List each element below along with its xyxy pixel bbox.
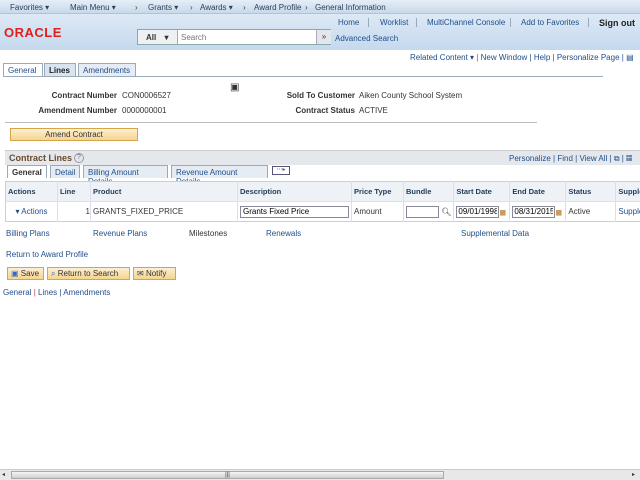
- notify-button[interactable]: ✉ Notify: [133, 267, 176, 280]
- breadcrumb-awards[interactable]: Awards ▾: [200, 3, 233, 12]
- lookup-icon[interactable]: 🔍︎: [441, 207, 451, 216]
- zoom-icon[interactable]: ⧉: [614, 154, 620, 163]
- row-status: Active: [565, 201, 617, 222]
- new-window-link[interactable]: New Window: [481, 53, 528, 62]
- return-to-award-profile-link[interactable]: Return to Award Profile: [6, 250, 88, 259]
- amendment-number-value: 0000000001: [122, 106, 167, 115]
- contract-number-label: Contract Number: [51, 91, 117, 100]
- horizontal-scrollbar[interactable]: ◂ ||| ▸: [0, 469, 640, 480]
- scroll-left-icon[interactable]: ◂: [2, 471, 5, 478]
- grid-tab-detail[interactable]: Detail: [50, 165, 80, 178]
- grid-title: Contract Lines: [9, 153, 73, 163]
- grid-toolbar: Personalize | Find | View All | ⧉ | ▦: [509, 154, 633, 163]
- search-box: All ▾ »: [137, 29, 331, 45]
- col-actions: Actions: [5, 181, 58, 202]
- col-end-date: End Date: [509, 181, 567, 202]
- tab-amendments[interactable]: Amendments: [78, 63, 136, 76]
- row-actions-menu[interactable]: ▾ Actions: [15, 207, 47, 216]
- grid-tab-general[interactable]: General: [7, 165, 47, 178]
- tab-general[interactable]: General: [3, 63, 43, 76]
- contract-number-value: CON0006527: [122, 91, 171, 100]
- breadcrumb-award-profile[interactable]: Award Profile: [254, 3, 301, 12]
- grid-tab-revenue-amount-details[interactable]: Revenue Amount Details: [171, 165, 268, 186]
- return-search-icon: ⌕: [51, 269, 56, 278]
- sold-to-customer-value: Aiken County School System: [359, 91, 463, 100]
- supplemental-data-link[interactable]: Supplemental Data: [461, 229, 529, 238]
- grid-find-link[interactable]: Find: [557, 154, 573, 163]
- footer-lines-link[interactable]: Lines: [38, 288, 57, 297]
- sign-out-link[interactable]: Sign out: [599, 18, 635, 28]
- milestones-link[interactable]: Milestones: [189, 229, 227, 238]
- help-link[interactable]: Help: [534, 53, 550, 62]
- personalize-page-link[interactable]: Personalize Page: [557, 53, 620, 62]
- col-status: Status: [565, 181, 617, 202]
- billing-plans-link[interactable]: Billing Plans: [6, 229, 50, 238]
- contract-status-label: Contract Status: [295, 106, 355, 115]
- calendar-icon[interactable]: ▦: [499, 209, 506, 216]
- row-price-type: Amount: [351, 201, 404, 222]
- calendar-icon[interactable]: ▦: [555, 209, 562, 216]
- row-end-date-input[interactable]: [512, 205, 556, 218]
- row-supplemental-link[interactable]: Supplem: [618, 207, 640, 216]
- col-supplemental: Supplem: [615, 181, 640, 202]
- grid-view-all-link[interactable]: View All: [579, 154, 607, 163]
- worklist-link[interactable]: Worklist: [380, 18, 408, 27]
- footer-amendments-link[interactable]: Amendments: [63, 288, 110, 297]
- advanced-search-link[interactable]: Advanced Search: [335, 34, 398, 43]
- footer-general-link[interactable]: General: [3, 288, 31, 297]
- col-price-type: Price Type: [351, 181, 404, 202]
- download-icon[interactable]: ▦: [626, 154, 632, 163]
- row-start-date-input[interactable]: [456, 205, 500, 218]
- row-description-input[interactable]: [240, 205, 349, 218]
- grid-tab-billing-amount-details[interactable]: Billing Amount Details: [83, 165, 168, 186]
- table-row: ▾ Actions 1 GRANTS_FIXED_PRICE Amount 🔍︎…: [5, 201, 640, 222]
- tab-lines[interactable]: Lines: [44, 63, 76, 76]
- table-header-row: Actions Line Product Description Price T…: [5, 181, 640, 202]
- favorites-menu[interactable]: Favorites ▾: [10, 3, 49, 12]
- search-go-icon[interactable]: »: [316, 30, 331, 44]
- page-options-icon[interactable]: ▤: [626, 53, 634, 62]
- main-menu[interactable]: Main Menu ▾: [70, 3, 116, 12]
- help-icon[interactable]: ?: [74, 153, 84, 163]
- sold-to-customer-label: Sold To Customer: [286, 91, 355, 100]
- col-line: Line: [57, 181, 91, 202]
- row-bundle-input[interactable]: [406, 205, 439, 218]
- col-description: Description: [237, 181, 352, 202]
- grid-header: Contract Lines ? Personalize | Find | Vi…: [5, 150, 640, 165]
- save-button[interactable]: ▣ Save: [7, 267, 44, 280]
- notify-icon: ✉: [137, 269, 144, 278]
- return-to-search-button[interactable]: ⌕ Return to Search: [47, 267, 130, 280]
- footer-links: General | Lines | Amendments: [3, 288, 111, 297]
- contract-status-value: ACTIVE: [359, 106, 388, 115]
- oracle-logo: ORACLE: [4, 25, 62, 40]
- breadcrumb-general-information: General Information: [315, 3, 386, 12]
- show-all-columns-icon[interactable]: ⋯▸: [272, 166, 290, 175]
- multichannel-console-link[interactable]: MultiChannel Console: [427, 18, 505, 27]
- breadcrumb-grants[interactable]: Grants ▾: [148, 3, 178, 12]
- save-icon: ▣: [11, 269, 19, 278]
- renewals-link[interactable]: Renewals: [266, 229, 301, 238]
- related-content-menu[interactable]: Related Content ▾: [410, 53, 474, 62]
- page-toolbar: Related Content ▾ | New Window | Help | …: [410, 53, 634, 62]
- attachment-icon[interactable]: ▣: [230, 82, 239, 93]
- col-product: Product: [90, 181, 238, 202]
- col-start-date: Start Date: [453, 181, 511, 202]
- row-line: 1: [57, 201, 91, 222]
- scroll-right-icon[interactable]: ▸: [632, 471, 635, 478]
- contract-lines-table: Actions Line Product Description Price T…: [5, 181, 640, 222]
- amend-contract-button[interactable]: Amend Contract: [10, 128, 138, 141]
- home-link[interactable]: Home: [338, 18, 359, 27]
- nav-bar: Favorites ▾ Main Menu ▾ › Grants ▾ › Awa…: [0, 0, 640, 14]
- amendment-number-label: Amendment Number: [38, 106, 117, 115]
- search-scope-select[interactable]: All ▾: [138, 30, 178, 44]
- revenue-plans-link[interactable]: Revenue Plans: [93, 229, 147, 238]
- row-product: GRANTS_FIXED_PRICE: [90, 201, 238, 222]
- add-to-favorites-link[interactable]: Add to Favorites: [521, 18, 579, 27]
- scrollbar-thumb[interactable]: |||: [11, 471, 444, 479]
- col-bundle: Bundle: [403, 181, 455, 202]
- grid-personalize-link[interactable]: Personalize: [509, 154, 551, 163]
- search-input[interactable]: [179, 30, 315, 44]
